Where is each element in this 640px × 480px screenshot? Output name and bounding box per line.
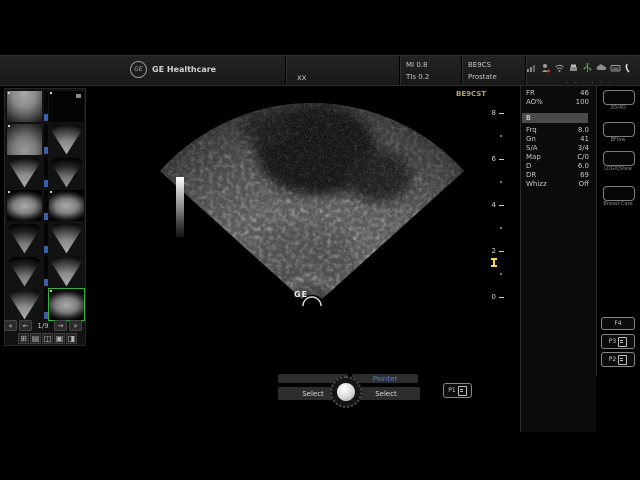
thumbnail[interactable] — [7, 190, 42, 221]
param-gn: Gn41 — [526, 135, 589, 144]
clipboard-pager: « ← 1/9 → » — [4, 319, 86, 332]
status-icon-tray — [526, 62, 635, 74]
ge-logo-icon: GE — [130, 61, 147, 78]
softkey-breastcare-label: Breast Care — [596, 201, 640, 207]
clip-indicator — [44, 256, 48, 287]
first-page-button[interactable]: « — [4, 320, 17, 331]
overflow-dots: . . . . . . — [566, 77, 612, 85]
trackball-select-right-button[interactable]: Select — [352, 387, 420, 400]
image-clipboard — [4, 88, 86, 346]
softkey-3d4d-button[interactable] — [603, 90, 635, 105]
thumbnail[interactable] — [7, 91, 42, 122]
parameter-panel: FR46 AO%100 B Frq8.0 Gn41 S/A3/4 MapC/0 … — [520, 86, 596, 432]
softkey-breastcare-button[interactable] — [603, 186, 635, 201]
preset-name: Prostate — [468, 71, 497, 83]
thumbnail[interactable] — [49, 124, 84, 155]
ultrasound-screen: GE GE Healthcare xx MI 0.8 TIs 0.2 BE9CS… — [0, 0, 640, 480]
page-indicator: 1/9 — [34, 322, 52, 330]
acoustic-output-indices: MI 0.8 TIs 0.2 — [406, 59, 429, 83]
softkey-logiqview-label: LOGIQView — [596, 166, 640, 172]
param-depth: D6.0 — [526, 162, 589, 171]
delete-icon[interactable]: ▤ — [30, 333, 41, 344]
probe-name: BE9CS — [468, 59, 497, 71]
softkey-logiqview-button[interactable] — [603, 151, 635, 166]
thumbnail-selected[interactable] — [49, 289, 84, 320]
param-dr: DR69 — [526, 171, 589, 180]
export-icon[interactable]: ◨ — [66, 333, 77, 344]
thumbnail[interactable] — [7, 157, 42, 188]
clip-indicator — [44, 124, 48, 155]
operator-id: xx — [297, 73, 306, 82]
p2-button[interactable]: P2 — [601, 352, 635, 367]
layout-grid-icon[interactable]: ⊞ — [18, 333, 29, 344]
softkey-bflow-button[interactable] — [603, 122, 635, 137]
person-icon — [540, 62, 551, 74]
clip-indicator — [44, 289, 48, 320]
p3-button[interactable]: P3 — [601, 334, 635, 349]
f4-button[interactable]: F4 — [601, 317, 635, 330]
next-page-button[interactable]: → — [54, 320, 67, 331]
archive-icon[interactable]: ◫ — [42, 333, 53, 344]
frame-rate: FR46 — [526, 89, 589, 98]
store-icon — [618, 355, 627, 365]
depth-tick-label: 2 — [486, 247, 496, 255]
keyboard-icon — [610, 62, 621, 74]
softkey-bflow-label: BFlow — [596, 137, 640, 143]
handset-icon — [624, 62, 635, 74]
acoustic-output: AO%100 — [526, 98, 589, 107]
param-frq: Frq8.0 — [526, 126, 589, 135]
thumbnail[interactable] — [7, 223, 42, 254]
probe-preset: BE9CS Prostate — [468, 59, 497, 83]
print-icon — [458, 386, 467, 396]
document-icon — [618, 337, 627, 347]
thumbnail[interactable] — [7, 289, 42, 320]
thumbnail[interactable] — [7, 124, 42, 155]
trackball-indicator — [337, 383, 355, 401]
mode-b-row: B — [522, 113, 588, 123]
grayscale-bar — [176, 177, 184, 237]
depth-tick-label: 0 — [486, 293, 496, 301]
clipboard-toolbar: ⊞ ▤ ◫ ▣ ◨ — [18, 333, 78, 345]
clip-indicator — [44, 91, 48, 122]
vendor-mark: GE — [294, 290, 308, 299]
prev-page-button[interactable]: ← — [19, 320, 32, 331]
depth-tick-label: 6 — [486, 155, 496, 163]
thumbnail[interactable] — [49, 190, 84, 221]
signal-bars-icon — [526, 62, 537, 74]
trackball-pointer-button[interactable]: Pointer — [352, 374, 418, 383]
thumbnail[interactable] — [49, 256, 84, 287]
cloud-icon — [596, 62, 607, 74]
thumbnail[interactable] — [49, 223, 84, 254]
param-map: MapC/0 — [526, 153, 589, 162]
printer-icon — [568, 62, 579, 74]
thumbnail[interactable] — [49, 157, 84, 188]
brand: GE GE Healthcare — [130, 61, 216, 78]
depth-tick-label: 8 — [486, 109, 496, 117]
panel-divider — [596, 86, 597, 376]
probe-label: BE9CST — [456, 90, 486, 98]
param-sa: S/A3/4 — [526, 144, 589, 153]
brand-name: GE Healthcare — [152, 65, 216, 74]
display-icon[interactable]: ▣ — [54, 333, 65, 344]
p1-button[interactable]: P1 — [443, 383, 472, 398]
thumbnail[interactable] — [7, 256, 42, 287]
depth-tick-label: 4 — [486, 201, 496, 209]
last-page-button[interactable]: » — [69, 320, 82, 331]
network-icon — [582, 62, 593, 74]
title-bar: GE GE Healthcare xx MI 0.8 TIs 0.2 BE9CS… — [0, 55, 640, 86]
thumbnail[interactable] — [49, 91, 84, 122]
clip-indicator — [44, 190, 48, 221]
clip-indicator — [44, 157, 48, 188]
focus-marker — [491, 258, 497, 267]
clip-indicator — [44, 223, 48, 254]
param-whizz: WhizzOff — [526, 180, 589, 189]
wifi-icon — [554, 62, 565, 74]
softkey-3d4d-label: 3D/4D — [596, 105, 640, 111]
